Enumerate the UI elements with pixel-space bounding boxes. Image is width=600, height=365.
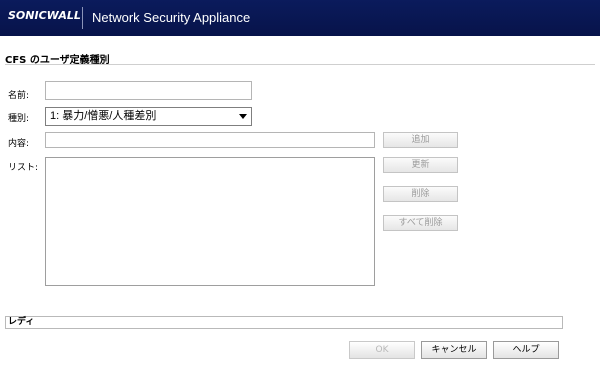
content-input[interactable]: [45, 132, 375, 148]
cancel-button[interactable]: キャンセル: [421, 341, 487, 359]
help-button[interactable]: ヘルプ: [493, 341, 559, 359]
ok-button[interactable]: OK: [349, 341, 415, 359]
category-selected-value: 1: 暴力/憎悪/人種差別: [50, 110, 157, 122]
update-button[interactable]: 更新: [383, 157, 458, 173]
status-bar: レディ: [5, 316, 563, 329]
list-label: リスト:: [8, 163, 39, 173]
delete-button[interactable]: 削除: [383, 186, 458, 202]
category-select[interactable]: 1: 暴力/憎悪/人種差別: [45, 107, 252, 126]
name-label: 名前:: [8, 91, 30, 101]
content-label: 内容:: [8, 139, 30, 149]
header-divider: [82, 7, 83, 29]
entry-list[interactable]: [45, 157, 375, 286]
name-input[interactable]: [45, 81, 252, 100]
dropdown-arrow-icon[interactable]: [239, 114, 247, 119]
header-bar: SONICWALL Network Security Appliance: [0, 0, 600, 36]
app-title: Network Security Appliance: [92, 10, 251, 25]
sonicwall-logo: SONICWALL: [8, 9, 81, 22]
title-divider: [5, 64, 595, 65]
add-button[interactable]: 追加: [383, 132, 458, 148]
category-label: 種別:: [8, 114, 30, 124]
delete-all-button[interactable]: すべて削除: [383, 215, 458, 231]
